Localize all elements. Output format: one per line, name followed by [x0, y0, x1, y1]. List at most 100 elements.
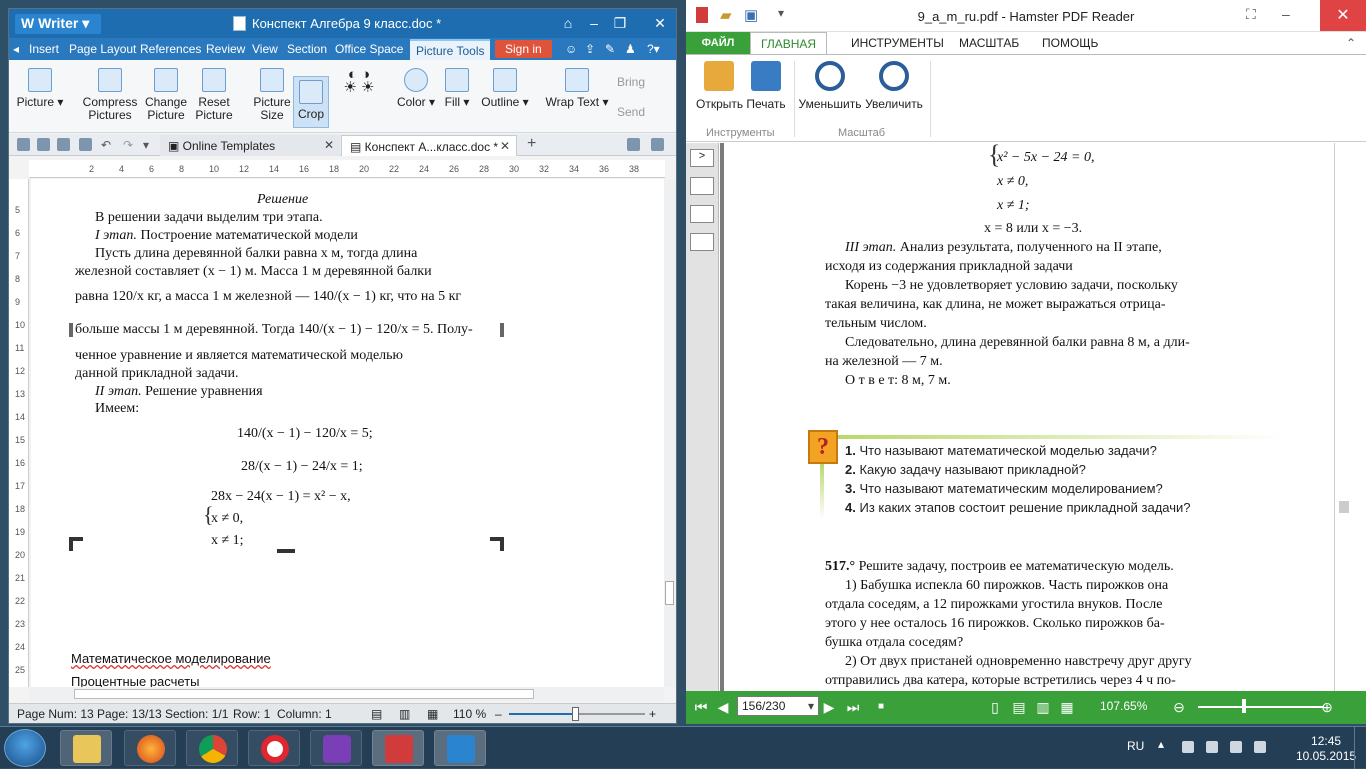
brightness-icons[interactable]: ◐ ◑ ☀ ☀ [339, 67, 379, 95]
picture-size-button[interactable]: Picture Size [249, 62, 295, 122]
facing-page-icon[interactable]: ▥ [1034, 699, 1052, 715]
tab-online-templates[interactable]: ▣ Online Templates ✕ [160, 135, 340, 156]
quick-access-dropdown-icon[interactable]: ▾ [143, 138, 156, 152]
zoom-in-icon[interactable]: ⊕ [1318, 699, 1336, 715]
page-number-input[interactable]: 156/230 ▾ [737, 696, 819, 716]
continuous-page-icon[interactable]: ▤ [1010, 699, 1028, 715]
prev-page-icon[interactable]: ◀ [714, 699, 732, 715]
menu-references[interactable]: References [140, 42, 201, 56]
reset-picture-button[interactable]: Reset Picture [191, 62, 237, 122]
skin-button[interactable]: ⌂ [557, 14, 579, 32]
user-icon[interactable]: ♟ [625, 42, 636, 56]
tab-document[interactable]: ▤ Конспект А...класс.doc * ✕ [341, 135, 517, 156]
bookmarks-icon[interactable] [690, 177, 714, 195]
scroll-thumb[interactable] [665, 581, 674, 605]
power-icon[interactable] [1254, 741, 1266, 753]
wps-title-bar[interactable]: W Writer ▾ Конспект Алгебра 9 класс.doc … [9, 9, 676, 38]
taskbar-pdf-reader[interactable] [372, 730, 424, 766]
zoom-in-icon[interactable]: + [649, 707, 656, 721]
last-page-icon[interactable]: ⏭ [844, 699, 862, 715]
change-picture-button[interactable]: Change Picture [143, 62, 189, 122]
compress-pictures-button[interactable]: Compress Pictures [81, 62, 139, 122]
menu-office-space[interactable]: Office Space [335, 42, 403, 56]
scroll-thumb[interactable] [74, 689, 534, 699]
next-page-icon[interactable]: ▶ [820, 699, 838, 715]
pdf-page-view[interactable]: { x² − 5x − 24 = 0, x ≠ 0, x ≠ 1; x = 8 … [720, 143, 1330, 691]
writer-app-button[interactable]: W Writer ▾ [15, 14, 101, 34]
stop-icon[interactable]: ■ [872, 699, 890, 715]
tab-list-icon[interactable] [627, 138, 640, 151]
zoom-out-icon[interactable]: – [495, 707, 502, 721]
bring-forward-button[interactable]: Bring [617, 76, 667, 89]
pin-icon[interactable]: ✎ [605, 42, 615, 56]
vertical-scrollbar[interactable] [664, 179, 676, 687]
horizontal-scrollbar[interactable] [29, 687, 664, 701]
share-icon[interactable]: ⇪ [585, 42, 595, 56]
pages-icon[interactable] [690, 205, 714, 223]
zoom-level[interactable]: 110 % [453, 707, 486, 721]
taskbar-firefox[interactable] [124, 730, 176, 766]
minimize-button[interactable]: – [1282, 6, 1290, 22]
tray-chevron-icon[interactable]: ▴ [1158, 737, 1170, 751]
facing-continuous-icon[interactable]: ▦ [1058, 699, 1076, 715]
close-button[interactable]: ✕ [1320, 0, 1366, 31]
crop-handle[interactable] [500, 537, 504, 551]
flag-icon[interactable] [1230, 741, 1242, 753]
print-icon[interactable] [57, 138, 70, 151]
skin-icon[interactable]: ☺ [565, 42, 577, 56]
zoom-in-button[interactable]: Увеличить [864, 61, 924, 111]
pdf-zoom-knob[interactable] [1242, 699, 1246, 713]
preview-icon[interactable] [79, 138, 92, 151]
document-page[interactable]: Решение В решении задачи выделим три эта… [31, 179, 664, 687]
taskbar-wps-writer[interactable] [434, 730, 486, 766]
view-mode-icon[interactable]: ▤ [371, 707, 382, 721]
wrap-text-button[interactable]: Wrap Text ▾ [545, 62, 609, 109]
menu-review[interactable]: Review [206, 42, 245, 56]
single-page-icon[interactable]: ▯ [986, 699, 1004, 715]
first-page-icon[interactable]: ⏮ [692, 699, 710, 715]
pdf-title-bar[interactable]: ▰ ▣ ▾ 9_a_m_ru.pdf - Hamster PDF Reader … [686, 0, 1366, 32]
crop-button[interactable]: Crop [293, 76, 329, 128]
menu-scale[interactable]: МАСШТАБ [959, 36, 1019, 50]
show-desktop-button[interactable] [1354, 727, 1366, 769]
taskbar-opera[interactable] [248, 730, 300, 766]
language-indicator[interactable]: RU [1127, 739, 1144, 753]
network-icon[interactable] [1206, 741, 1218, 753]
close-button[interactable]: ✕ [649, 14, 671, 32]
crop-handle[interactable] [69, 323, 73, 337]
sign-in-button[interactable]: Sign in [495, 40, 552, 58]
crop-handle[interactable] [500, 323, 504, 337]
fullscreen-icon[interactable]: ⛶ [1246, 6, 1256, 23]
menu-help[interactable]: ПОМОЩЬ [1042, 36, 1098, 50]
pdf-vertical-scrollbar[interactable] [1334, 143, 1366, 691]
print-button[interactable]: Печать [744, 61, 788, 111]
menu-picture-tools[interactable]: Picture Tools [410, 39, 491, 61]
annotations-icon[interactable] [690, 233, 714, 251]
fill-button[interactable]: Fill ▾ [439, 62, 475, 109]
collapse-ribbon-icon[interactable]: ⌃ [1346, 36, 1356, 50]
new-tab-icon[interactable]: + [527, 135, 540, 152]
view-mode-icon[interactable]: ▥ [399, 707, 410, 721]
taskbar-chrome[interactable] [186, 730, 238, 766]
menu-section[interactable]: Section [287, 42, 327, 56]
close-tab-icon[interactable]: ✕ [500, 139, 510, 153]
clock[interactable]: 12:45 10.05.2015 [1296, 734, 1356, 764]
taskbar-explorer[interactable] [60, 730, 112, 766]
save-icon[interactable] [37, 138, 50, 151]
undo-icon[interactable]: ↶ [101, 138, 114, 152]
restore-button[interactable]: ❐ [609, 14, 631, 32]
menu-file[interactable]: ФАЙЛ [686, 32, 750, 54]
crop-handle[interactable] [69, 537, 73, 551]
zoom-out-icon[interactable]: ⊖ [1170, 699, 1188, 715]
close-tab-icon[interactable]: ✕ [324, 138, 334, 152]
picture-button[interactable]: Picture ▾ [15, 62, 65, 109]
menu-icon[interactable] [17, 138, 30, 151]
menu-tools[interactable]: ИНСТРУМЕНТЫ [851, 36, 944, 50]
open-button[interactable]: Открыть [696, 61, 743, 111]
taskbar-visual-studio[interactable] [310, 730, 362, 766]
menu-page-layout[interactable]: Page Layout [69, 42, 136, 56]
zoom-slider-knob[interactable] [572, 707, 579, 721]
redo-icon[interactable]: ↷ [123, 138, 136, 152]
crop-handle[interactable] [277, 549, 295, 553]
menu-home[interactable]: ГЛАВНАЯ [750, 32, 828, 55]
